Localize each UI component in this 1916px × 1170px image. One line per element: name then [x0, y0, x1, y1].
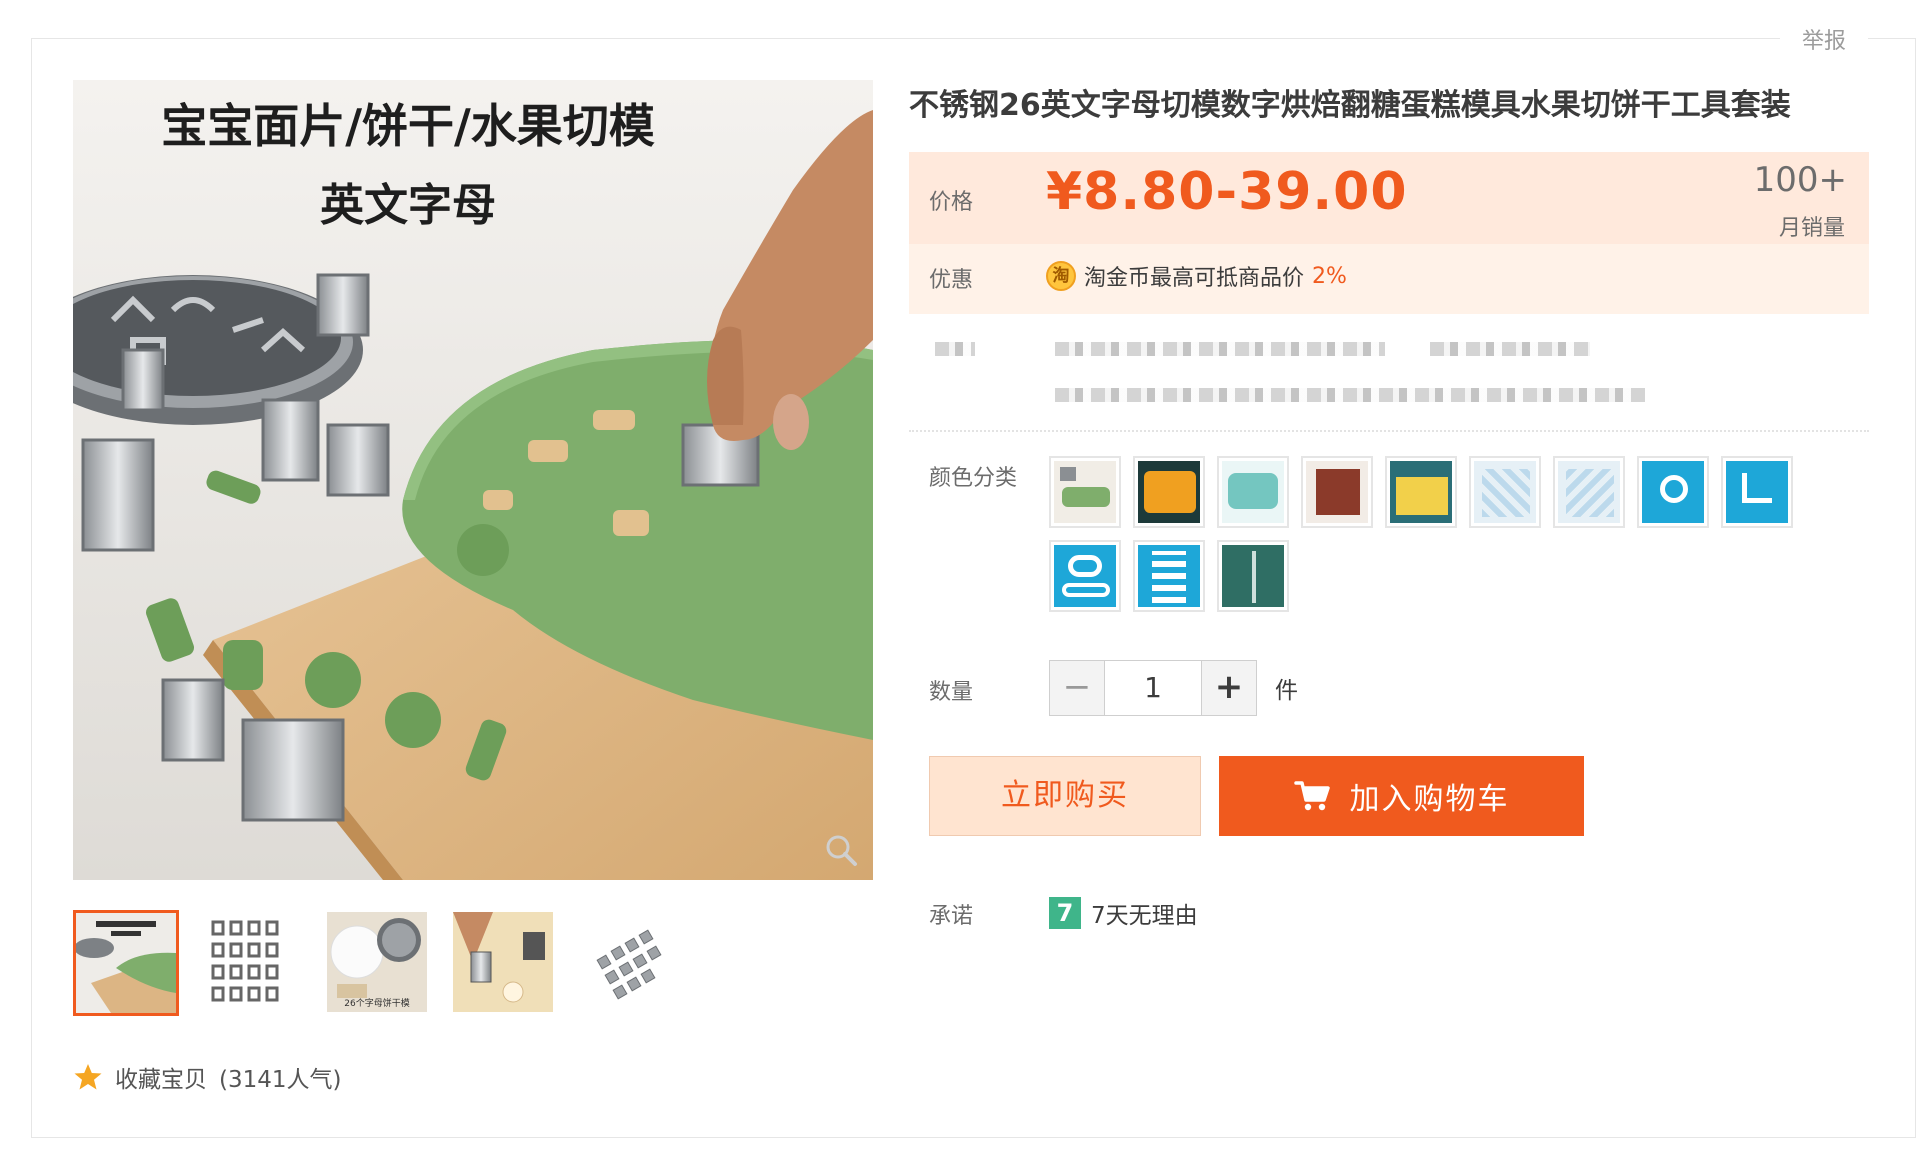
product-photo: 宝宝面片/饼干/水果切模 英文字母 — [73, 80, 873, 880]
sku-option-5[interactable] — [1385, 456, 1457, 528]
promotion-percent: 2% — [1312, 263, 1347, 289]
letter-chart-thumb — [1390, 461, 1452, 523]
sku-option-11[interactable] — [1133, 540, 1205, 612]
favorite-button[interactable]: 收藏宝贝 (3141人气) — [73, 1060, 341, 1094]
thumbnail-strip: 26个字母饼干模 — [73, 910, 683, 1016]
price-label: 价格 — [929, 190, 974, 215]
promise-info: 7 7天无理由 — [1049, 896, 1198, 930]
sku-option-12[interactable] — [1217, 540, 1289, 612]
zoom-icon[interactable] — [823, 832, 859, 868]
sku-option-2[interactable] — [1133, 456, 1205, 528]
quantity-label: 数量 — [929, 680, 974, 705]
thumbnail-5-image — [579, 912, 679, 1012]
thumbnail-2-image — [201, 912, 301, 1012]
clear-mould-thumb — [1474, 461, 1536, 523]
quantity-stepper: − 1 + 件 — [1049, 660, 1298, 716]
product-title: 不锈钢26英文字母切模数字烘焙翻糖蛋糕模具水果切饼干工具套装 — [909, 88, 1791, 123]
quantity-input[interactable]: 1 — [1105, 660, 1201, 716]
blurred-text-1 — [1055, 342, 1385, 356]
thumbnail-1[interactable] — [73, 910, 179, 1016]
price-row: 价格 ¥8.80-39.00 100+ 月销量 — [909, 152, 1869, 244]
blurred-text-3 — [1055, 388, 1645, 402]
add-to-cart-label: 加入购物车 — [1349, 782, 1510, 817]
sku-option-10[interactable] — [1049, 540, 1121, 612]
cart-icon — [1293, 781, 1330, 811]
image-heading-line2: 英文字母 — [320, 180, 496, 231]
buy-now-button[interactable]: 立即购买 — [929, 756, 1201, 836]
sku-option-9[interactable] — [1721, 456, 1793, 528]
promotion-text: 淘金币最高可抵商品价 — [1084, 266, 1305, 291]
image-heading-line1: 宝宝面片/饼干/水果切模 — [161, 99, 655, 153]
taojinbi-coin-icon: 淘 — [1046, 261, 1076, 291]
cyan-logo-g-thumb — [1054, 545, 1116, 607]
add-to-cart-button[interactable]: 加入购物车 — [1219, 756, 1584, 836]
thumbnail-3-image: 26个字母饼干模 — [327, 912, 427, 1012]
cyan-grid-thumb — [1138, 545, 1200, 607]
sku-option-8[interactable] — [1637, 456, 1709, 528]
cyan-logo-c-thumb — [1642, 461, 1704, 523]
quantity-increase-button[interactable]: + — [1201, 660, 1257, 716]
divider — [909, 430, 1869, 432]
green-box-thumb — [1222, 545, 1284, 607]
cutter-set-thumb — [1054, 461, 1116, 523]
report-link[interactable]: 举报 — [1780, 22, 1868, 62]
promotion-label: 优惠 — [929, 268, 974, 293]
thumbnail-4[interactable] — [451, 910, 557, 1016]
thumbnail-3-caption: 26个字母饼干模 — [344, 997, 409, 1009]
blurred-text-2 — [1430, 342, 1590, 356]
sku-option-4[interactable] — [1301, 456, 1373, 528]
blurred-label — [935, 342, 975, 356]
seven-day-icon: 7 — [1049, 897, 1081, 929]
thumbnail-5[interactable] — [577, 910, 683, 1016]
thumbnail-3[interactable]: 26个字母饼干模 — [325, 910, 431, 1016]
star-icon — [74, 1064, 102, 1090]
price-value: ¥8.80-39.00 — [1046, 162, 1408, 222]
monthly-sales-count: 100+ — [1753, 160, 1847, 200]
blurred-info — [925, 330, 1865, 416]
clear-mould-2-thumb — [1558, 461, 1620, 523]
cyan-logo-lv-thumb — [1726, 461, 1788, 523]
sku-option-6[interactable] — [1469, 456, 1541, 528]
sku-option-1[interactable] — [1049, 456, 1121, 528]
main-product-image[interactable]: 宝宝面片/饼干/水果切模 英文字母 — [73, 80, 873, 880]
promise-text[interactable]: 7天无理由 — [1091, 896, 1198, 930]
red-box-thumb — [1306, 461, 1368, 523]
quantity-unit: 件 — [1275, 678, 1298, 704]
thumbnail-1-image — [76, 913, 176, 1013]
sku-label: 颜色分类 — [929, 466, 1018, 491]
monthly-sales-label: 月销量 — [1778, 216, 1845, 241]
quantity-decrease-button[interactable]: − — [1049, 660, 1105, 716]
teal-mould-thumb — [1222, 461, 1284, 523]
sku-option-7[interactable] — [1553, 456, 1625, 528]
favorite-label: 收藏宝贝 — [115, 1067, 207, 1093]
thumbnail-4-image — [453, 912, 553, 1012]
thumbnail-2[interactable] — [199, 910, 305, 1016]
favorite-popularity: (3141人气) — [219, 1067, 342, 1093]
orange-tray-thumb — [1138, 461, 1200, 523]
promotion-info: 淘 淘金币最高可抵商品价 2% — [1046, 260, 1347, 292]
sku-options — [1049, 456, 1809, 612]
price-box: 价格 ¥8.80-39.00 100+ 月销量 优惠 淘 淘金币最高可抵商品价 … — [909, 152, 1869, 314]
promise-label: 承诺 — [929, 904, 974, 929]
sku-option-3[interactable] — [1217, 456, 1289, 528]
